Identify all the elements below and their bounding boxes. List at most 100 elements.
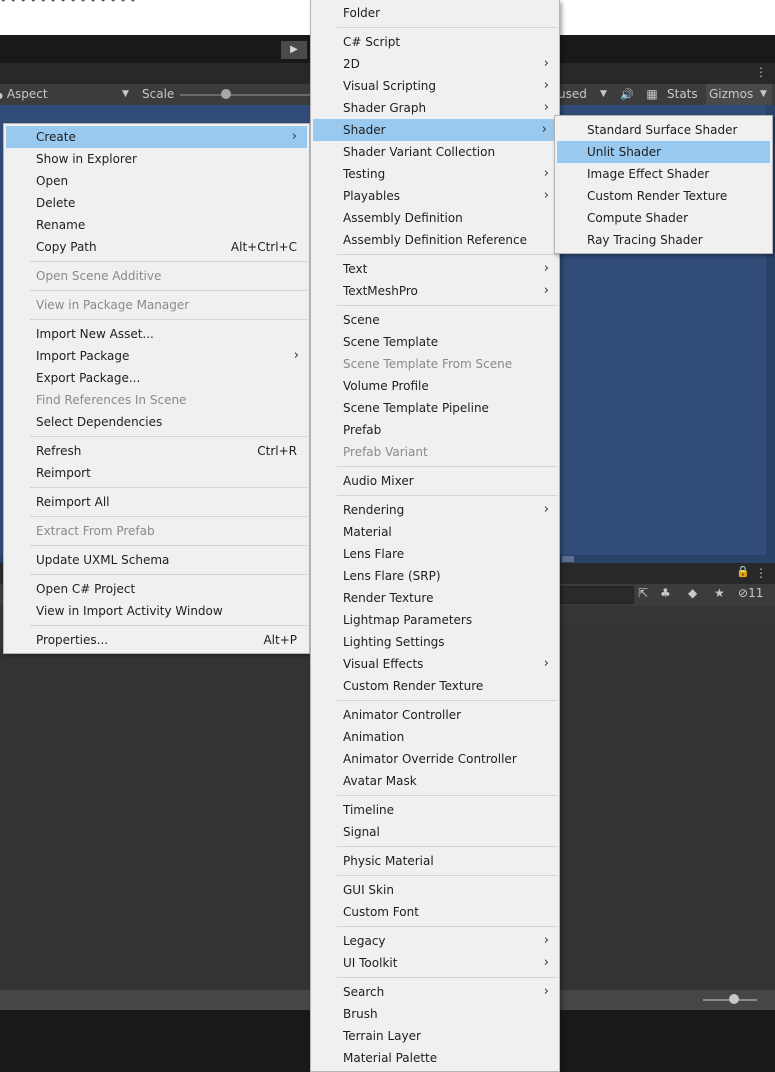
create-menu-item-signal[interactable]: Signal [311,821,559,843]
gizmos-button[interactable]: Gizmos ▼ [706,84,772,105]
create-menu-item-render-texture[interactable]: Render Texture [311,587,559,609]
game-view-more-icon[interactable]: ⋮ [755,65,767,79]
project-more-icon[interactable]: ⋮ [755,566,767,580]
menu-item-label: Update UXML Schema [36,553,170,567]
context-menu-item-copy-path[interactable]: Copy Path Alt+Ctrl+C [4,236,309,258]
create-menu-item-animator-controller[interactable]: Animator Controller [311,704,559,726]
play-button[interactable]: ▶ [281,41,307,59]
create-menu-item-lens-flare[interactable]: Lens Flare [311,543,559,565]
create-menu-item-prefab[interactable]: Prefab [311,419,559,441]
create-menu-item-visual-scripting[interactable]: Visual Scripting › [311,75,559,97]
game-view-scroll-thumb[interactable] [562,556,574,562]
create-menu-item-visual-effects[interactable]: Visual Effects › [311,653,559,675]
create-menu-item-scene-template[interactable]: Scene Template [311,331,559,353]
context-menu-item-show-in-explorer[interactable]: Show in Explorer [4,148,309,170]
create-menu-item-material[interactable]: Material [311,521,559,543]
scale-slider-knob[interactable] [221,89,231,99]
create-menu-item-lightmap-parameters[interactable]: Lightmap Parameters [311,609,559,631]
create-menu-item-scene[interactable]: Scene [311,309,559,331]
context-menu-item-reimport-all[interactable]: Reimport All [4,491,309,513]
stats-button[interactable]: Stats [667,84,698,105]
context-menu-item-rename[interactable]: Rename [4,214,309,236]
create-menu-item-gui-skin[interactable]: GUI Skin [311,879,559,901]
stats-grid-icon[interactable]: ▦ [642,84,662,105]
search-by-scene-icon[interactable]: ⇱ [638,586,648,600]
shader-menu-item-custom-render-texture[interactable]: Custom Render Texture [555,185,772,207]
create-menu-item-volume-profile[interactable]: Volume Profile [311,375,559,397]
hidden-packages-toggle[interactable]: ⊘11 [738,586,763,600]
create-menu-item-scene-template-pipeline[interactable]: Scene Template Pipeline [311,397,559,419]
shader-menu-item-ray-tracing-shader[interactable]: Ray Tracing Shader [555,229,772,251]
create-menu-item-timeline[interactable]: Timeline [311,799,559,821]
context-menu-item-import-new-asset[interactable]: Import New Asset... [4,323,309,345]
icon-size-slider-knob[interactable] [729,994,739,1004]
mute-audio-icon[interactable]: 🔊 [616,84,638,105]
create-menu-item-audio-mixer[interactable]: Audio Mixer [311,470,559,492]
menu-item-label: Scene Template From Scene [343,357,513,371]
play-focused-dropdown[interactable]: used [558,84,587,105]
create-menu-item-shader-variant-collection[interactable]: Shader Variant Collection [311,141,559,163]
create-menu-item-assembly-definition-reference[interactable]: Assembly Definition Reference [311,229,559,251]
search-by-type-icon[interactable]: ♣ [660,586,671,600]
create-menu-item-shader[interactable]: Shader › [313,119,557,141]
create-menu-item-text[interactable]: Text › [311,258,559,280]
menu-separator [30,261,307,262]
create-menu-item-2d[interactable]: 2D › [311,53,559,75]
menu-separator [337,977,557,978]
menu-item-label: Lens Flare (SRP) [343,569,441,583]
menu-item-label: Find References In Scene [36,393,187,407]
create-menu-item-testing[interactable]: Testing › [311,163,559,185]
create-menu-item-avatar-mask[interactable]: Avatar Mask [311,770,559,792]
context-menu-item-update-uxml-schema[interactable]: Update UXML Schema [4,549,309,571]
context-menu-item-select-dependencies[interactable]: Select Dependencies [4,411,309,433]
create-menu-item-material-palette[interactable]: Material Palette [311,1047,559,1069]
create-menu-item-folder[interactable]: Folder [311,2,559,24]
create-menu-item-brush[interactable]: Brush [311,1003,559,1025]
create-menu-item-animator-override-controller[interactable]: Animator Override Controller [311,748,559,770]
menu-separator [337,795,557,796]
create-menu-item-lens-flare-srp[interactable]: Lens Flare (SRP) [311,565,559,587]
menu-item-label: Animator Override Controller [343,752,517,766]
context-menu-item-view-in-import-activity-window[interactable]: View in Import Activity Window [4,600,309,622]
context-menu-item-properties[interactable]: Properties... Alt+P [4,629,309,651]
eye-slash-icon: ⊘ [738,586,749,600]
context-menu-item-open[interactable]: Open [4,170,309,192]
shader-menu-item-image-effect-shader[interactable]: Image Effect Shader [555,163,772,185]
menu-item-label: Scene Template [343,335,439,349]
create-menu-item-c-script[interactable]: C# Script [311,31,559,53]
create-menu-item-custom-render-texture[interactable]: Custom Render Texture [311,675,559,697]
aspect-dropdown[interactable]: ● Aspect ▼ [0,84,134,105]
context-menu-item-delete[interactable]: Delete [4,192,309,214]
create-menu-item-custom-font[interactable]: Custom Font [311,901,559,923]
lock-icon[interactable]: 🔒 [736,565,750,578]
search-by-label-icon[interactable]: ◆ [688,586,697,600]
menu-item-label: Import Package [36,349,130,363]
create-menu-item-playables[interactable]: Playables › [311,185,559,207]
context-menu-item-create[interactable]: Create › [6,126,307,148]
create-menu-item-ui-toolkit[interactable]: UI Toolkit › [311,952,559,974]
context-menu-item-refresh[interactable]: Refresh Ctrl+R [4,440,309,462]
create-menu-item-shader-graph[interactable]: Shader Graph › [311,97,559,119]
create-menu-item-lighting-settings[interactable]: Lighting Settings [311,631,559,653]
favorites-star-icon[interactable]: ★ [714,586,725,600]
context-menu-item-reimport[interactable]: Reimport [4,462,309,484]
create-menu-item-textmeshpro[interactable]: TextMeshPro › [311,280,559,302]
context-menu-item-export-package[interactable]: Export Package... [4,367,309,389]
create-menu-item-physic-material[interactable]: Physic Material [311,850,559,872]
context-menu-item-open-c-project[interactable]: Open C# Project [4,578,309,600]
create-menu-item-terrain-layer[interactable]: Terrain Layer [311,1025,559,1047]
context-menu-item-import-package[interactable]: Import Package › [4,345,309,367]
scale-slider-track[interactable] [180,94,310,96]
shader-menu-item-unlit-shader[interactable]: Unlit Shader [557,141,770,163]
create-menu-item-legacy[interactable]: Legacy › [311,930,559,952]
shader-menu-item-standard-surface-shader[interactable]: Standard Surface Shader [555,119,772,141]
project-search-input[interactable] [558,586,634,604]
create-menu-item-assembly-definition[interactable]: Assembly Definition [311,207,559,229]
create-menu-item-rendering[interactable]: Rendering › [311,499,559,521]
submenu-chevron-right-icon: › [291,129,297,144]
shader-menu-item-compute-shader[interactable]: Compute Shader [555,207,772,229]
menu-item-label: Prefab Variant [343,445,428,459]
menu-item-label: Visual Scripting [343,79,436,93]
create-menu-item-animation[interactable]: Animation [311,726,559,748]
create-menu-item-search[interactable]: Search › [311,981,559,1003]
